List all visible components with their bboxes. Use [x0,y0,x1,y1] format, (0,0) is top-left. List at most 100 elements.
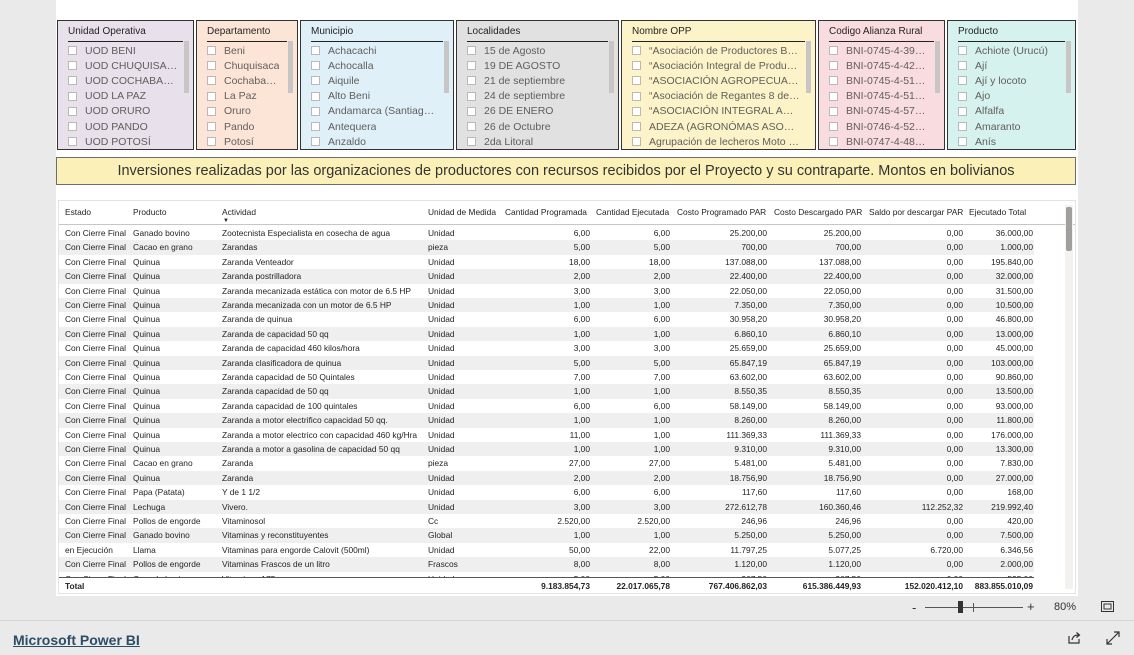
checkbox[interactable] [958,61,967,71]
checkbox[interactable] [829,91,838,101]
checkbox[interactable] [829,76,838,86]
checkbox[interactable] [829,106,838,116]
checkbox[interactable] [958,106,967,116]
checkbox[interactable] [68,106,77,116]
slicer-item[interactable]: 2da Litoral [467,134,604,149]
slicer-item[interactable]: “ASOCIACIÓN INTEGRAL AGRO PECUARIA” [632,104,801,119]
slicer-item[interactable]: BNI-0747-4-482-3 [829,134,930,149]
slicer-item[interactable]: BNI-0745-4-394-3 [829,43,930,58]
slicer-item[interactable]: BNI-0745-4-513-3 [829,73,930,88]
checkbox[interactable] [311,91,320,101]
slicer-scrollbar[interactable] [444,41,449,93]
checkbox[interactable] [207,91,216,101]
column-header[interactable]: Unidad de Medida [428,207,496,217]
checkbox[interactable] [958,122,967,132]
table-row[interactable]: Con Cierre Final Quinua Zaranda clasificad… [59,355,1034,370]
table-row[interactable]: Con Cierre Final Quinua Zaranda mecanizada… [59,298,1034,313]
slicer-item[interactable]: UOD CHUQUISACA [68,58,179,73]
table-row[interactable]: Con Cierre Final Cacao en grano Zaranda pie… [59,456,1034,470]
fullscreen-icon[interactable] [1106,631,1120,645]
slicer-item[interactable]: Amaranto [958,119,1061,134]
zoom-in-button[interactable]: + [1027,599,1035,614]
checkbox[interactable] [207,122,216,132]
slicer-item[interactable]: 26 DE ENERO [467,104,604,119]
checkbox[interactable] [311,76,320,86]
table-row[interactable]: Con Cierre Final Quinua Zaranda a motor el… [59,413,1034,428]
slicer-item[interactable]: Ají y locoto [958,73,1061,88]
checkbox[interactable] [311,137,320,147]
checkbox[interactable] [829,137,838,147]
zoom-slider-track[interactable] [925,607,1023,608]
table-scrollbar-track[interactable] [1065,205,1073,589]
slicer-item[interactable]: “ASOCIACIÓN AGROPECUARIA Y PRODUCTORES” [632,73,801,88]
slicer-item[interactable]: Cochabamba [207,73,283,88]
checkbox[interactable] [632,106,641,116]
slicer-item[interactable]: “Asociación de Productores Bananeros” [632,43,801,58]
slicer-item[interactable]: “Asociación de Regantes 8 de Diciembre” [632,89,801,104]
checkbox[interactable] [207,137,216,147]
slicer-item[interactable]: Alfalfa [958,104,1061,119]
checkbox[interactable] [311,122,320,132]
slicer-item[interactable]: Potosí [207,134,283,149]
table-row[interactable]: Con Cierre Final Quinua Zaranda Unidad 2,00 2… [59,470,1034,486]
slicer-item[interactable]: Beni [207,43,283,58]
column-header[interactable]: Saldo por descargar PAR [869,207,963,217]
share-icon[interactable] [1067,631,1081,645]
slicer-item[interactable]: Anzaldo [311,134,439,149]
fit-to-page-icon[interactable] [1101,601,1114,612]
checkbox[interactable] [829,122,838,132]
slicer-scrollbar[interactable] [806,41,811,93]
table-row[interactable]: Con Cierre Final Quinua Zaranda a motor el… [59,428,1034,442]
slicer-scrollbar[interactable] [288,41,293,93]
checkbox[interactable] [311,106,320,116]
checkbox[interactable] [207,106,216,116]
column-header[interactable]: Cantidad Programada [505,207,587,217]
table-row[interactable]: Con Cierre Final Ganado bovino Vitaminas y… [59,528,1034,543]
table-row[interactable]: Con Cierre Final Pollos de engorde Vitamin… [59,514,1034,528]
slicer-item[interactable]: Ají [958,58,1061,73]
table-row[interactable]: Con Cierre Final Quinua Zaranda capacidad … [59,399,1034,413]
table-row[interactable]: Con Cierre Final Quinua Zaranda a motor a … [59,442,1034,457]
checkbox[interactable] [467,122,476,132]
checkbox[interactable] [68,61,77,71]
slicer-item[interactable]: Achiote (Urucú) [958,43,1061,58]
checkbox[interactable] [958,76,967,86]
slicer-item[interactable]: 26 de Octubre [467,119,604,134]
column-header[interactable]: Costo Programado PAR [677,207,766,217]
checkbox[interactable] [311,61,320,71]
table-row[interactable]: Con Cierre Final Ganado bovino Zootecnista… [59,226,1034,240]
checkbox[interactable] [632,46,641,56]
checkbox[interactable] [467,46,476,56]
sort-descending-icon[interactable]: ▼ [223,218,229,224]
column-header[interactable]: Producto [133,207,167,217]
column-header[interactable]: Ejecutado Total [969,207,1026,217]
checkbox[interactable] [958,137,967,147]
checkbox[interactable] [632,137,641,147]
slicer-item[interactable]: Andamarca (Santiago de Andamarca) [311,104,439,119]
table-row[interactable]: Con Cierre Final Papa (Patata) Y de 1 1/2 U… [59,485,1034,499]
table-row[interactable]: Con Cierre Final Quinua Zaranda de quinua U… [59,312,1034,326]
table-row[interactable]: Con Cierre Final Quinua Zaranda mecanizada… [59,284,1034,298]
slicer-item[interactable]: BNI-0746-4-524-3 [829,119,930,134]
checkbox[interactable] [68,76,77,86]
slicer-item[interactable]: BNI-0745-4-424-3 [829,58,930,73]
slicer-item[interactable]: La Paz [207,89,283,104]
table-row[interactable]: Con Cierre Final Quinua Zaranda capacidad … [59,370,1034,384]
slicer-item[interactable]: “Asociación Integral de Productores” [632,58,801,73]
investments-table[interactable]: Estado Producto Actividad Unidad de Medida C… [58,200,1076,594]
table-row[interactable]: Con Cierre Final Quinua Zaranda Venteador U… [59,255,1034,269]
checkbox[interactable] [68,91,77,101]
checkbox[interactable] [68,46,77,56]
checkbox[interactable] [632,91,641,101]
zoom-out-button[interactable]: - [912,600,916,615]
checkbox[interactable] [68,122,77,132]
slicer-item[interactable]: 24 de septiembre [467,89,604,104]
column-header[interactable]: Estado [65,207,91,217]
table-row[interactable]: Con Cierre Final Quinua Zaranda capacidad … [59,384,1034,399]
table-body[interactable]: Con Cierre Final Ganado bovino Zootecnista… [59,225,1059,577]
checkbox[interactable] [467,137,476,147]
column-header[interactable]: Costo Descargado PAR [774,207,862,217]
slicer-scrollbar[interactable] [609,41,614,93]
slicer-item[interactable]: Aiquile [311,73,439,88]
checkbox[interactable] [467,91,476,101]
